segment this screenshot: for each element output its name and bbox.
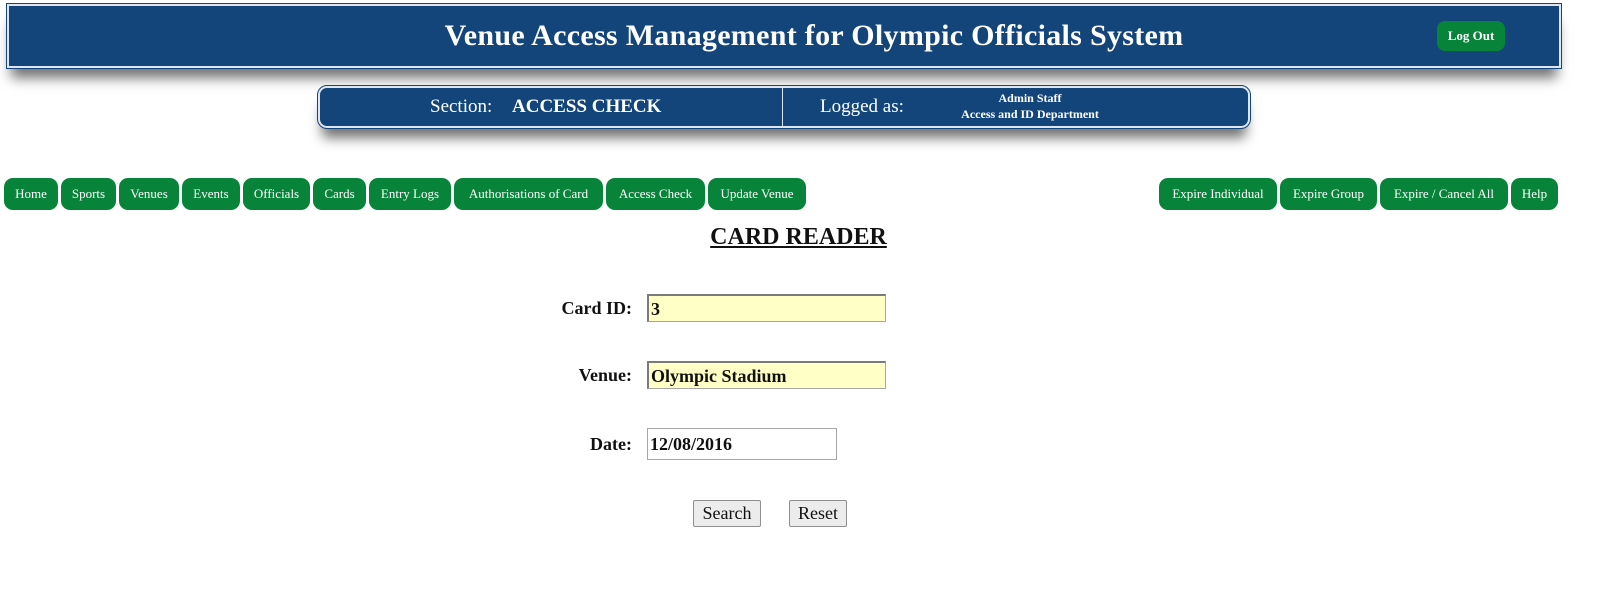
nav-expire-individual[interactable]: Expire Individual xyxy=(1159,178,1277,210)
reset-button[interactable]: Reset xyxy=(789,500,847,527)
nav-venues[interactable]: Venues xyxy=(119,178,179,210)
nav-officials[interactable]: Officials xyxy=(243,178,310,210)
nav-cards[interactable]: Cards xyxy=(313,178,366,210)
nav-entry-logs[interactable]: Entry Logs xyxy=(369,178,451,210)
nav-expire-group[interactable]: Expire Group xyxy=(1280,178,1377,210)
venue-label: Venue: xyxy=(578,365,632,385)
date-label: Date: xyxy=(590,434,632,454)
nav-access-check[interactable]: Access Check xyxy=(606,178,705,210)
nav-events[interactable]: Events xyxy=(182,178,240,210)
nav-authorisations[interactable]: Authorisations of Card xyxy=(454,178,603,210)
card-id-label: Card ID: xyxy=(561,298,633,318)
nav-home[interactable]: Home xyxy=(4,178,58,210)
user-department: Access and ID Department xyxy=(961,107,1099,121)
logged-as-label: Logged as: xyxy=(820,96,904,117)
app-header: Venue Access Management for Olympic Offi… xyxy=(6,3,1562,69)
section-value: ACCESS CHECK xyxy=(512,96,662,117)
nav-update-venue[interactable]: Update Venue xyxy=(708,178,806,210)
page: Venue Access Management for Olympic Offi… xyxy=(0,0,1597,613)
user-name: Admin Staff xyxy=(998,91,1062,105)
venue-input[interactable]: Olympic Stadium xyxy=(647,361,886,389)
date-input[interactable]: 12/08/2016 xyxy=(647,428,837,460)
logged-user-info: Admin Staff Access and ID Department xyxy=(920,90,1140,122)
section-panel: Section: ACCESS CHECK xyxy=(320,88,783,126)
card-id-input[interactable]: 3 xyxy=(647,294,886,322)
nav-sports[interactable]: Sports xyxy=(61,178,116,210)
section-bar: Section: ACCESS CHECK Logged as: Admin S… xyxy=(317,85,1251,129)
nav-help[interactable]: Help xyxy=(1511,178,1558,210)
nav-expire-cancel-all[interactable]: Expire / Cancel All xyxy=(1380,178,1508,210)
page-heading: CARD READER xyxy=(710,224,887,250)
section-label: Section: xyxy=(430,96,493,117)
logout-button[interactable]: Log Out xyxy=(1437,21,1505,51)
app-title: Venue Access Management for Olympic Offi… xyxy=(444,19,1184,52)
search-button[interactable]: Search xyxy=(693,500,761,527)
